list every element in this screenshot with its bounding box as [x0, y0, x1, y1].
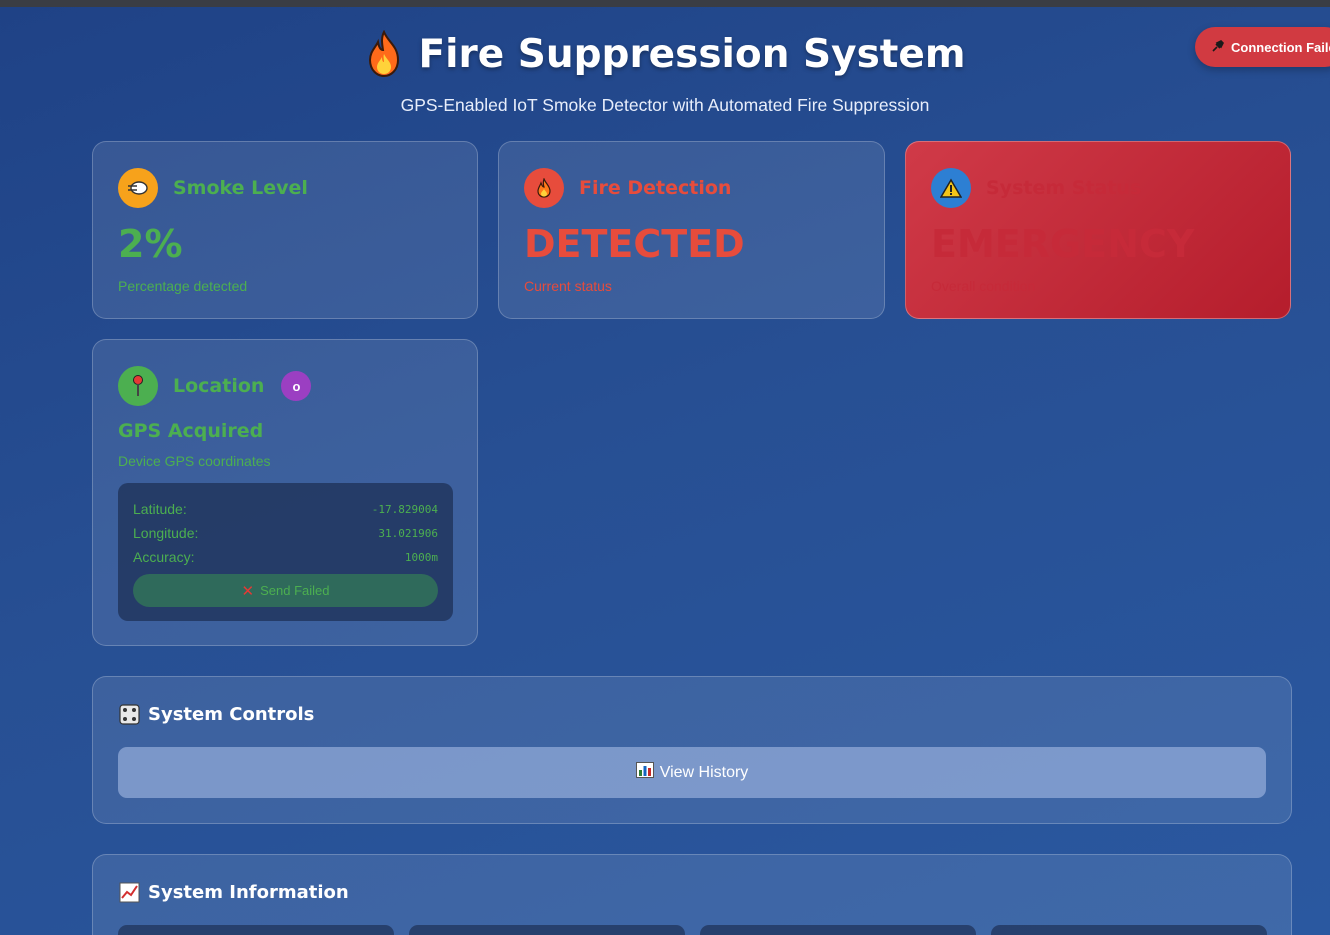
info-tile	[409, 925, 685, 935]
view-history-label: View History	[659, 763, 749, 781]
system-status-card: System Status EMERGENCY Overall conditio…	[905, 141, 1291, 319]
longitude-label: Longitude:	[133, 525, 199, 541]
cross-icon: ✕	[241, 582, 255, 600]
gps-status-subtitle: Device GPS coordinates	[118, 453, 271, 469]
system-information-heading: System Information	[119, 882, 349, 903]
accuracy-label: Accuracy:	[133, 549, 195, 565]
gps-status-value: GPS Acquired	[118, 420, 264, 442]
page-subtitle: GPS-Enabled IoT Smoke Detector with Auto…	[400, 95, 930, 115]
latitude-value: -17.829004	[371, 502, 438, 516]
fire-detection-value: DETECTED	[524, 222, 745, 266]
page-header: Fire Suppression System GPS-Enabled IoT …	[0, 29, 1330, 116]
gps-coordinates-box: Latitude: -17.829004 Longitude: 31.02190…	[118, 483, 453, 621]
system-status-value: EMERGENCY	[931, 222, 1195, 266]
browser-top-strip	[0, 0, 1330, 7]
line-chart-icon	[119, 882, 140, 903]
location-title: Location	[173, 375, 265, 397]
system-controls-heading: System Controls	[119, 704, 314, 725]
system-status-subtitle: Overall condition	[931, 278, 1036, 294]
send-location-button[interactable]: ✕ Send Failed	[133, 574, 438, 607]
system-controls-panel: System Controls View History	[92, 676, 1292, 824]
bar-chart-icon	[635, 762, 654, 783]
latitude-row: Latitude: -17.829004	[133, 497, 438, 521]
smoke-level-value: 2%	[118, 222, 183, 266]
system-status-title: System Status	[986, 177, 1142, 199]
smoke-level-title: Smoke Level	[173, 177, 308, 199]
system-controls-title: System Controls	[148, 704, 315, 725]
view-history-button[interactable]: View History	[118, 747, 1266, 798]
info-tile	[118, 925, 394, 935]
accuracy-value: 1000m	[404, 550, 438, 564]
smoke-icon	[118, 168, 158, 208]
latitude-label: Latitude:	[133, 501, 187, 517]
control-panel-icon	[119, 704, 140, 725]
fire-icon	[364, 29, 404, 78]
smoke-level-card: Smoke Level 2% Percentage detected	[92, 141, 478, 319]
send-location-label: Send Failed	[260, 583, 330, 598]
info-tile	[700, 925, 976, 935]
fire-detection-title: Fire Detection	[579, 177, 732, 199]
page-title: Fire Suppression System	[364, 29, 966, 78]
map-pin-icon	[118, 366, 158, 406]
connection-status-badge: Connection Failed	[1195, 27, 1330, 67]
longitude-value: 31.021906	[378, 526, 438, 540]
plug-icon	[1211, 39, 1225, 56]
info-tile	[991, 925, 1267, 935]
fire-detection-subtitle: Current status	[524, 278, 612, 294]
warning-icon	[931, 168, 971, 208]
title-text: Fire Suppression System	[418, 31, 966, 77]
smoke-level-subtitle: Percentage detected	[118, 278, 248, 294]
location-card: Location o GPS Acquired Device GPS coord…	[92, 339, 478, 646]
fire-icon	[524, 168, 564, 208]
location-status-badge: o	[281, 371, 312, 401]
info-tiles	[118, 925, 1267, 935]
system-information-panel: System Information	[92, 854, 1292, 935]
accuracy-row: Accuracy: 1000m	[133, 545, 438, 569]
fire-detection-card: Fire Detection DETECTED Current status	[498, 141, 885, 319]
connection-status-label: Connection Failed	[1231, 39, 1330, 55]
system-information-title: System Information	[148, 882, 349, 903]
longitude-row: Longitude: 31.021906	[133, 521, 438, 545]
